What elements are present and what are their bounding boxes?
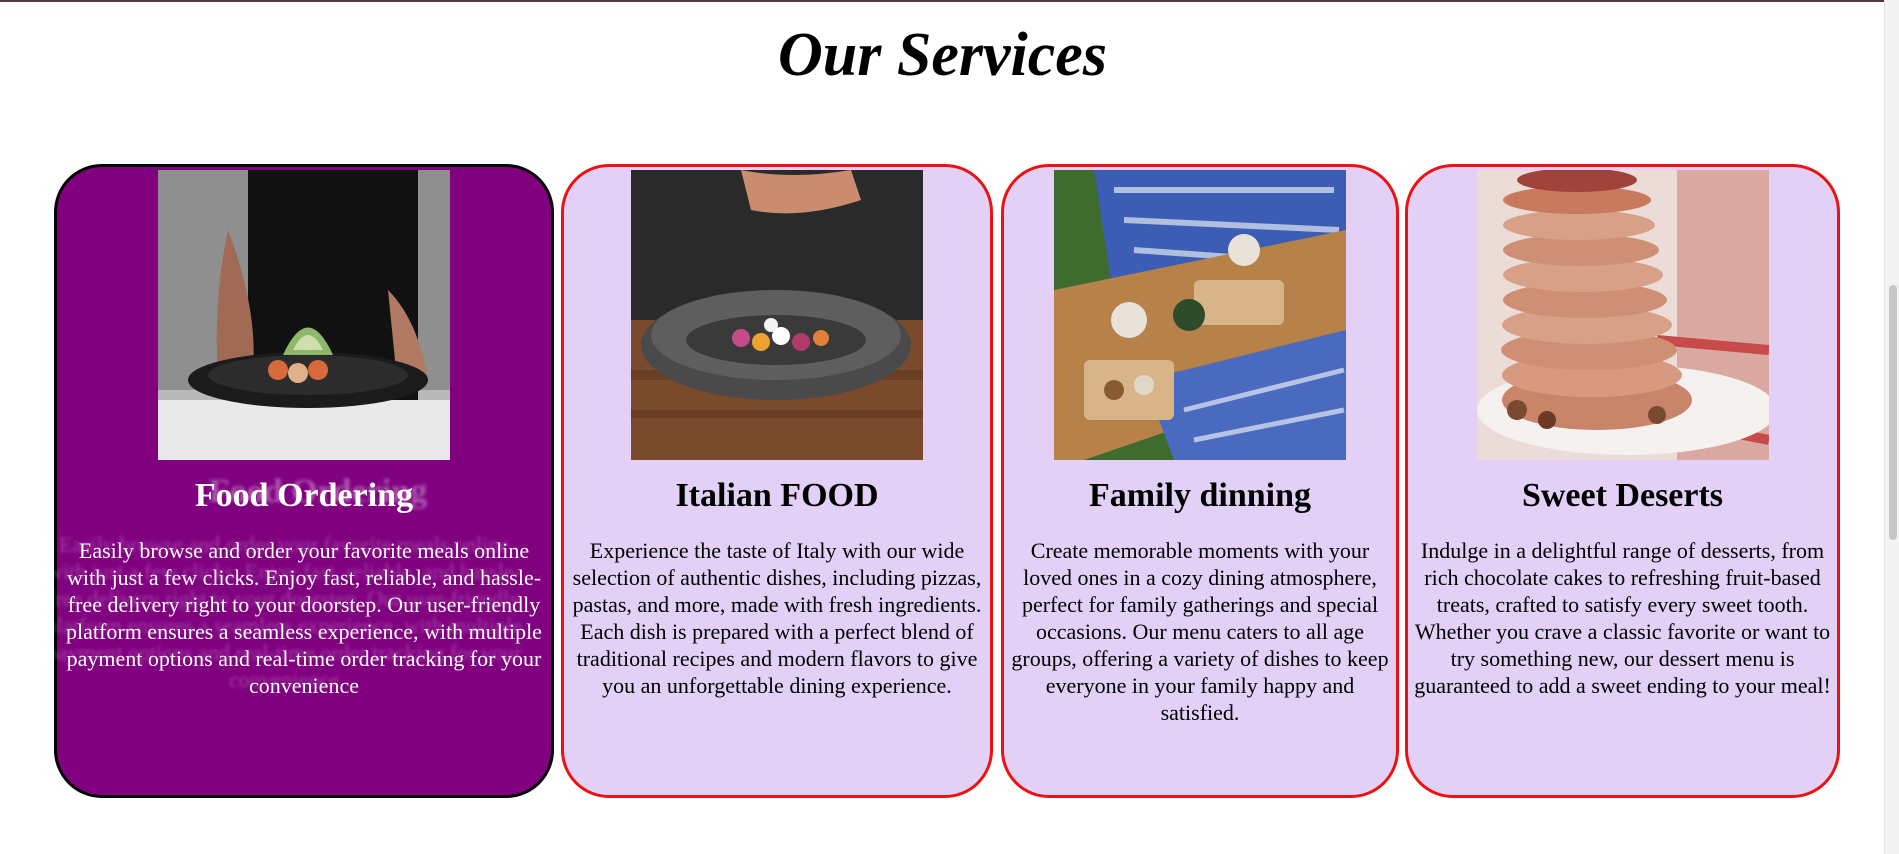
picnic-spread-image xyxy=(1054,170,1346,460)
card-title: Family dinning xyxy=(1088,477,1311,514)
service-card-italian-food[interactable]: Italian FOOD Experience the taste of Ita… xyxy=(561,164,993,798)
chef-plating-dish-image xyxy=(158,170,450,460)
service-card-family-dinning[interactable]: Family dinning Create memorable moments … xyxy=(1001,164,1399,798)
card-title: Sweet Deserts xyxy=(1521,477,1724,514)
card-title: Italian FOOD xyxy=(675,477,879,514)
card-description: Indulge in a delightful range of dessert… xyxy=(1414,538,1831,698)
scrollbar[interactable] xyxy=(1884,0,1899,854)
seasoning-bowl-image xyxy=(631,170,923,460)
page-title: Our Services xyxy=(778,21,1107,89)
card-title: Food Ordering xyxy=(194,477,414,514)
service-card-food-ordering[interactable]: Food Ordering Easily browse and order yo… xyxy=(46,164,554,798)
pancake-stack-image xyxy=(1476,170,1769,460)
card-description: Easily browse and order your favorite me… xyxy=(66,538,542,698)
card-description: Create memorable moments with your loved… xyxy=(1011,538,1389,725)
service-card-sweet-deserts[interactable]: Sweet Deserts Indulge in a delightful ra… xyxy=(1405,164,1840,798)
scrollbar-thumb[interactable] xyxy=(1889,285,1897,540)
top-border-line xyxy=(0,0,1899,2)
card-description: Experience the taste of Italy with our w… xyxy=(572,538,982,698)
